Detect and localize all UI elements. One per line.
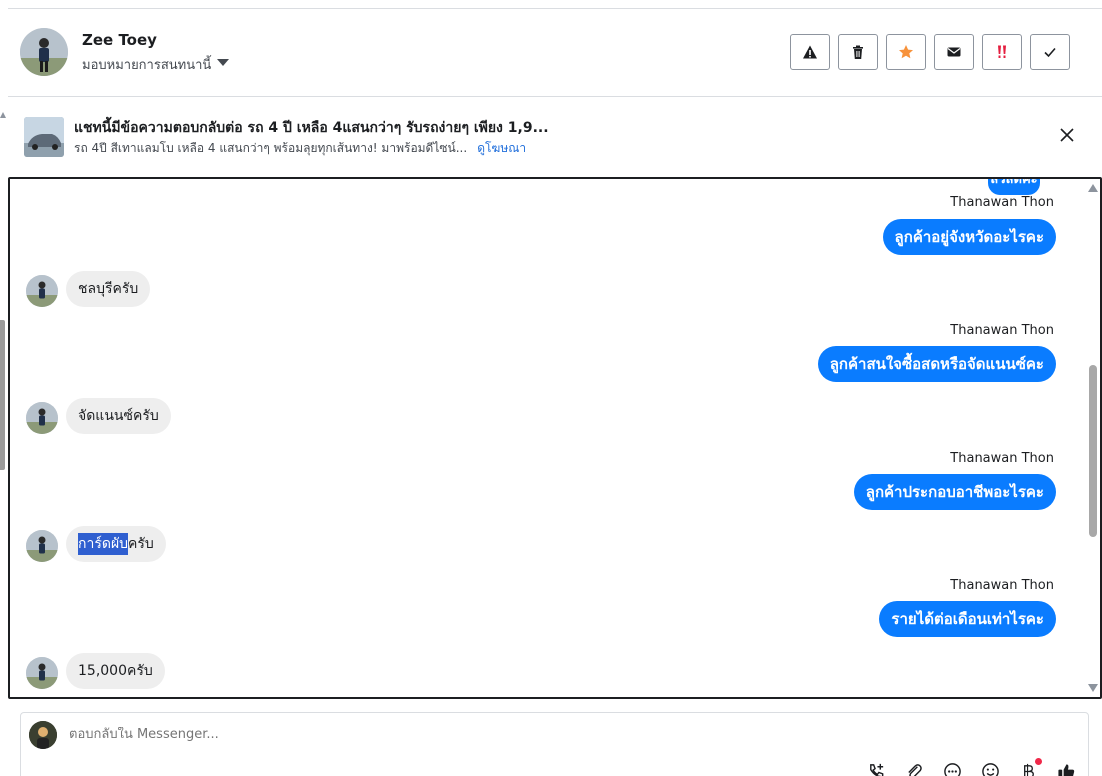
done-button[interactable]	[1030, 34, 1070, 70]
message-thread[interactable]: สวัสดีค่ะ Thanawan Thon ลูกค้าอยู่จังหวั…	[8, 177, 1102, 699]
message-bubble-outgoing[interactable]: ลูกค้าสนใจซื้อสดหรือจัดแนนซ์คะ	[817, 346, 1056, 382]
sender-name: Thanawan Thon	[950, 578, 1054, 593]
inbox-conversation-view: Zee Toey มอบหมายการสนทนานี้ แชทนี้มีข้อค…	[0, 0, 1102, 776]
sender-name: Thanawan Thon	[950, 323, 1054, 338]
call-add-button[interactable]	[866, 761, 886, 776]
ad-thumbnail[interactable]	[24, 117, 64, 157]
close-banner-button[interactable]	[1058, 126, 1076, 144]
contact-avatar-small	[26, 402, 58, 434]
panel-scroll-up-icon[interactable]	[0, 112, 6, 118]
reply-composer	[20, 712, 1089, 776]
contact-avatar-small	[26, 657, 58, 689]
sender-name: Thanawan Thon	[950, 451, 1054, 466]
baht-icon	[1023, 763, 1034, 776]
message-bubble-outgoing[interactable]: ลูกค้าอยู่จังหวัดอะไรคะ	[882, 219, 1056, 255]
panel-resize-handle[interactable]	[0, 320, 5, 470]
message-bubble-incoming[interactable]: 15,000ครับ	[66, 653, 165, 689]
payment-button[interactable]	[1018, 758, 1042, 776]
thread-scrollbar[interactable]	[1086, 179, 1100, 697]
mark-unread-button[interactable]	[934, 34, 974, 70]
delete-button[interactable]	[838, 34, 878, 70]
call-add-icon	[869, 763, 883, 776]
ad-subtitle: รถ 4ปี สีเทาแลมโบ เหลือ 4 แสนกว่าๆ พร้อม…	[74, 139, 526, 158]
message-bubble-outgoing: สวัสดีค่ะ	[988, 179, 1040, 195]
composer-toolbar	[866, 758, 1076, 776]
reply-input[interactable]	[69, 727, 769, 742]
thumbs-up-icon	[1057, 763, 1074, 776]
spam-button[interactable]	[982, 34, 1022, 70]
caret-down-icon	[217, 59, 230, 66]
selected-text: การ์ดผับ	[78, 533, 129, 555]
contact-name[interactable]: Zee Toey	[82, 31, 157, 49]
scroll-up-icon[interactable]	[1088, 184, 1098, 192]
ad-title[interactable]: แชทนี้มีข้อความตอบกลับต่อ รถ 4 ปี เหลือ …	[74, 117, 549, 139]
emoji-icon	[981, 762, 999, 776]
check-icon	[1044, 47, 1056, 58]
more-icon	[943, 762, 961, 776]
message-bubble-incoming[interactable]: การ์ดผับ ครับ	[66, 526, 166, 562]
notification-dot	[1035, 758, 1042, 765]
message-bubble-outgoing[interactable]: ลูกค้าประกอบอาชีพอะไรคะ	[853, 474, 1056, 510]
attach-button[interactable]	[904, 761, 924, 776]
page-avatar	[29, 721, 57, 749]
message-bubble-incoming[interactable]: จัดแนนซ์ครับ	[66, 398, 171, 434]
sender-name: Thanawan Thon	[950, 195, 1054, 210]
star-icon	[899, 45, 913, 59]
ad-reply-banner: แชทนี้มีข้อความตอบกลับต่อ รถ 4 ปี เหลือ …	[8, 98, 1102, 175]
report-button[interactable]	[790, 34, 830, 70]
scrollbar-thumb[interactable]	[1089, 365, 1097, 537]
contact-avatar[interactable]	[20, 28, 68, 76]
ad-description: รถ 4ปี สีเทาแลมโบ เหลือ 4 แสนกว่าๆ พร้อม…	[74, 141, 468, 155]
saved-replies-button[interactable]	[942, 761, 962, 776]
envelope-icon	[947, 47, 961, 57]
double-exclamation-icon	[998, 45, 1006, 58]
emoji-button[interactable]	[980, 761, 1000, 776]
paperclip-icon	[907, 763, 922, 776]
scroll-down-icon[interactable]	[1088, 684, 1098, 692]
view-ad-link[interactable]: ดูโฆษณา	[477, 141, 526, 155]
contact-avatar-small	[26, 275, 58, 307]
warning-icon	[803, 45, 817, 59]
close-icon	[1060, 128, 1074, 142]
like-button[interactable]	[1056, 761, 1076, 776]
message-text: ครับ	[128, 536, 154, 552]
conversation-actions	[790, 34, 1070, 70]
assign-label: มอบหมายการสนทนานี้	[82, 58, 212, 73]
star-button[interactable]	[886, 34, 926, 70]
trash-icon	[853, 45, 863, 59]
message-bubble-incoming[interactable]: ชลบุรีครับ	[66, 271, 151, 307]
message-bubble-outgoing[interactable]: รายได้ต่อเดือนเท่าไรคะ	[879, 601, 1056, 637]
contact-avatar-small	[26, 530, 58, 562]
assign-conversation-dropdown[interactable]: มอบหมายการสนทนานี้	[82, 54, 230, 75]
conversation-header: Zee Toey มอบหมายการสนทนานี้	[8, 9, 1102, 97]
